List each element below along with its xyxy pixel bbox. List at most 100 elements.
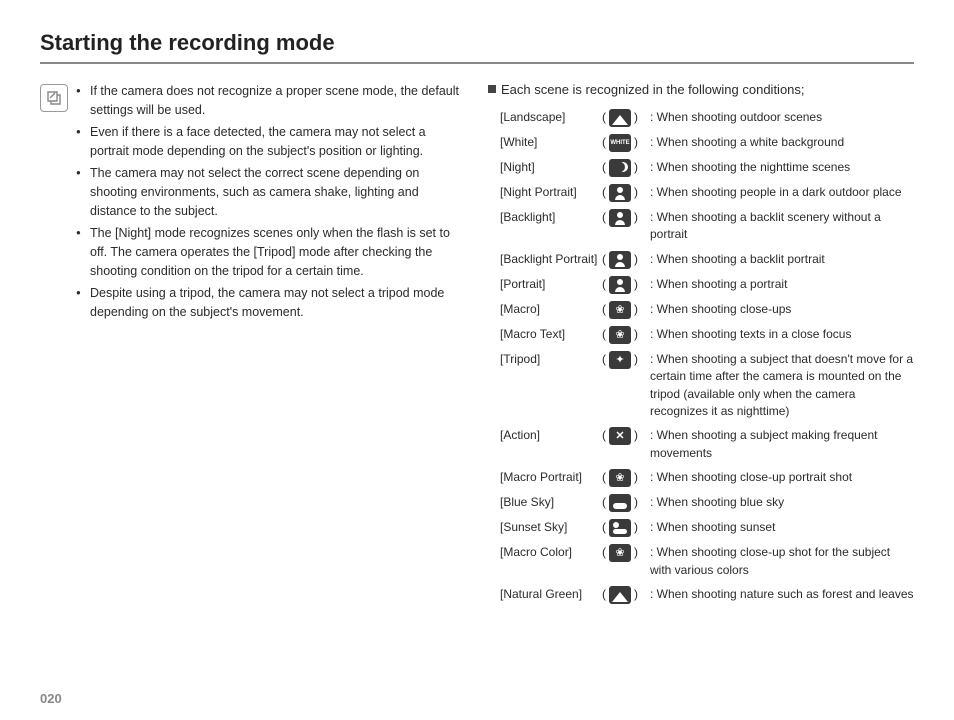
landscape-icon xyxy=(609,109,631,127)
night-portrait-icon xyxy=(609,184,631,202)
scene-row: [White](WHITE) : When shooting a white b… xyxy=(488,134,914,152)
scene-row: [Sunset Sky]() : When shooting sunset xyxy=(488,519,914,537)
scene-icon-wrap: () xyxy=(600,544,650,562)
scene-desc: : When shooting a portrait xyxy=(650,276,914,293)
scene-desc: : When shooting outdoor scenes xyxy=(650,109,914,126)
scene-desc: : When shooting a subject making frequen… xyxy=(650,427,914,462)
paren-close: ) xyxy=(632,276,640,293)
scene-row: [Macro Text]() : When shooting texts in … xyxy=(488,326,914,344)
scene-icon-wrap: () xyxy=(600,427,650,445)
bullet-icon: ● xyxy=(76,164,90,222)
page-title: Starting the recording mode xyxy=(40,30,914,64)
backlight-portrait-icon xyxy=(609,251,631,269)
scene-desc: : When shooting nature such as forest an… xyxy=(650,586,914,603)
scene-name: [Macro Color] xyxy=(488,544,600,561)
scene-icon-wrap: () xyxy=(600,519,650,537)
night-icon xyxy=(609,159,631,177)
scene-name: [Landscape] xyxy=(488,109,600,126)
paren-close: ) xyxy=(632,544,640,561)
scene-icon-wrap: (WHITE) xyxy=(600,134,650,152)
scene-row: [Macro Portrait]() : When shooting close… xyxy=(488,469,914,487)
paren-open: ( xyxy=(600,209,608,226)
note-text: Despite using a tripod, the camera may n… xyxy=(90,284,460,323)
scene-row: [Landscape]() : When shooting outdoor sc… xyxy=(488,109,914,127)
scene-row: [Backlight Portrait]() : When shooting a… xyxy=(488,251,914,269)
paren-close: ) xyxy=(632,209,640,226)
note-item: ●The [Night] mode recognizes scenes only… xyxy=(76,224,460,282)
scene-name: [Macro] xyxy=(488,301,600,318)
action-icon xyxy=(609,427,631,445)
paren-close: ) xyxy=(632,109,640,126)
paren-close: ) xyxy=(632,301,640,318)
note-item: ●The camera may not select the correct s… xyxy=(76,164,460,222)
scene-name: [White] xyxy=(488,134,600,151)
scene-name: [Action] xyxy=(488,427,600,444)
note-text: Even if there is a face detected, the ca… xyxy=(90,123,460,162)
note-item: ●Despite using a tripod, the camera may … xyxy=(76,284,460,323)
paren-close: ) xyxy=(632,159,640,176)
bullet-icon: ● xyxy=(76,284,90,323)
paren-close: ) xyxy=(632,586,640,603)
scene-desc: : When shooting texts in a close focus xyxy=(650,326,914,343)
scene-row: [Backlight]() : When shooting a backlit … xyxy=(488,209,914,244)
scene-row: [Night Portrait]() : When shooting peopl… xyxy=(488,184,914,202)
scene-name: [Natural Green] xyxy=(488,586,600,603)
note-item: ●Even if there is a face detected, the c… xyxy=(76,123,460,162)
paren-open: ( xyxy=(600,586,608,603)
scene-name: [Night] xyxy=(488,159,600,176)
note-text: If the camera does not recognize a prope… xyxy=(90,82,460,121)
paren-open: ( xyxy=(600,427,608,444)
scene-icon-wrap: () xyxy=(600,109,650,127)
scene-name: [Macro Portrait] xyxy=(488,469,600,486)
scene-name: [Night Portrait] xyxy=(488,184,600,201)
paren-close: ) xyxy=(632,326,640,343)
scene-intro-text: Each scene is recognized in the followin… xyxy=(501,82,805,97)
backlight-icon xyxy=(609,209,631,227)
paren-open: ( xyxy=(600,326,608,343)
scene-name: [Macro Text] xyxy=(488,326,600,343)
sunset-sky-icon xyxy=(609,519,631,537)
scene-name: [Portrait] xyxy=(488,276,600,293)
paren-open: ( xyxy=(600,469,608,486)
white-icon: WHITE xyxy=(609,134,631,152)
scene-icon-wrap: () xyxy=(600,469,650,487)
scene-icon-wrap: () xyxy=(600,586,650,604)
scene-row: [Action]() : When shooting a subject mak… xyxy=(488,427,914,462)
notes-list: ●If the camera does not recognize a prop… xyxy=(76,82,460,611)
bullet-icon: ● xyxy=(76,123,90,162)
scene-icon-wrap: () xyxy=(600,209,650,227)
scene-icon-wrap: () xyxy=(600,159,650,177)
scene-desc: : When shooting close-ups xyxy=(650,301,914,318)
note-text: The [Night] mode recognizes scenes only … xyxy=(90,224,460,282)
note-icon xyxy=(40,84,68,112)
paren-close: ) xyxy=(632,519,640,536)
note-item: ●If the camera does not recognize a prop… xyxy=(76,82,460,121)
scenes-column: Each scene is recognized in the followin… xyxy=(488,82,914,611)
paren-close: ) xyxy=(632,427,640,444)
scene-row: [Natural Green]() : When shooting nature… xyxy=(488,586,914,604)
scene-desc: : When shooting the nighttime scenes xyxy=(650,159,914,176)
scenes-list: [Landscape]() : When shooting outdoor sc… xyxy=(488,109,914,604)
portrait-icon xyxy=(609,276,631,294)
scene-icon-wrap: () xyxy=(600,184,650,202)
paren-open: ( xyxy=(600,351,608,368)
bullet-icon: ● xyxy=(76,224,90,282)
paren-close: ) xyxy=(632,351,640,368)
scene-desc: : When shooting a white background xyxy=(650,134,914,151)
paren-open: ( xyxy=(600,519,608,536)
scene-intro: Each scene is recognized in the followin… xyxy=(488,82,914,97)
scene-desc: : When shooting sunset xyxy=(650,519,914,536)
scene-icon-wrap: () xyxy=(600,301,650,319)
paren-open: ( xyxy=(600,109,608,126)
scene-desc: : When shooting close-up shot for the su… xyxy=(650,544,914,579)
scene-row: [Macro Color]() : When shooting close-up… xyxy=(488,544,914,579)
paren-open: ( xyxy=(600,494,608,511)
bullet-icon: ● xyxy=(76,82,90,121)
square-bullet-icon xyxy=(488,85,496,93)
paren-open: ( xyxy=(600,301,608,318)
scene-icon-wrap: () xyxy=(600,276,650,294)
paren-open: ( xyxy=(600,251,608,268)
macro-text-icon xyxy=(609,326,631,344)
scene-desc: : When shooting blue sky xyxy=(650,494,914,511)
scene-name: [Backlight] xyxy=(488,209,600,226)
